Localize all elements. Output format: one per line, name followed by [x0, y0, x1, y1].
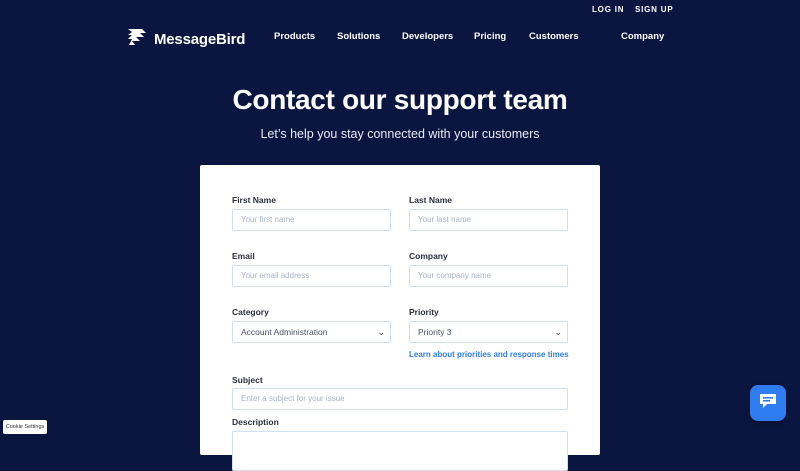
chat-icon — [758, 392, 778, 415]
priority-select[interactable]: Priority 3 ⌄ — [409, 321, 568, 343]
description-label: Description — [232, 417, 279, 427]
priority-label: Priority — [409, 307, 439, 317]
nav-products[interactable]: Products — [274, 31, 315, 42]
nav-solutions[interactable]: Solutions — [337, 31, 380, 42]
login-link[interactable]: LOG IN — [592, 5, 624, 14]
priorities-help-link[interactable]: Learn about priorities and response time… — [409, 350, 569, 359]
nav-pricing[interactable]: Pricing — [474, 31, 506, 42]
bird-logo-icon — [126, 27, 150, 52]
chevron-down-icon: ⌄ — [554, 327, 562, 337]
chat-widget-button[interactable] — [750, 385, 786, 421]
first-name-label: First Name — [232, 195, 276, 205]
priority-value: Priority 3 — [418, 327, 452, 337]
category-select[interactable]: Account Administration ⌄ — [232, 321, 391, 343]
description-textarea[interactable] — [232, 431, 568, 471]
nav-company[interactable]: Company — [621, 31, 664, 42]
nav-developers[interactable]: Developers — [402, 31, 453, 42]
company-label: Company — [409, 251, 448, 261]
category-label: Category — [232, 307, 269, 317]
last-name-label: Last Name — [409, 195, 452, 205]
subject-label: Subject — [232, 375, 263, 385]
contact-form-card: First Name Your first name Last Name You… — [200, 165, 600, 471]
first-name-input[interactable]: Your first name — [232, 209, 391, 231]
cookie-settings-button[interactable]: Cookie Settings — [3, 420, 47, 434]
last-name-input[interactable]: Your last name — [409, 209, 568, 231]
brand-name: MessageBird — [154, 31, 246, 48]
company-input[interactable]: Your company name — [409, 265, 568, 287]
signup-link[interactable]: SIGN UP — [635, 5, 674, 14]
page-title: Contact our support team — [232, 84, 568, 115]
email-input[interactable]: Your email address — [232, 265, 391, 287]
subject-input[interactable]: Enter a subject for your issue — [232, 388, 568, 410]
nav-customers[interactable]: Customers — [529, 31, 579, 42]
page-subtitle: Let’s help you stay connected with your … — [260, 127, 540, 141]
chevron-down-icon: ⌄ — [377, 327, 385, 337]
email-label: Email — [232, 251, 255, 261]
brand-logo[interactable]: MessageBird — [126, 27, 245, 52]
category-value: Account Administration — [241, 327, 328, 337]
